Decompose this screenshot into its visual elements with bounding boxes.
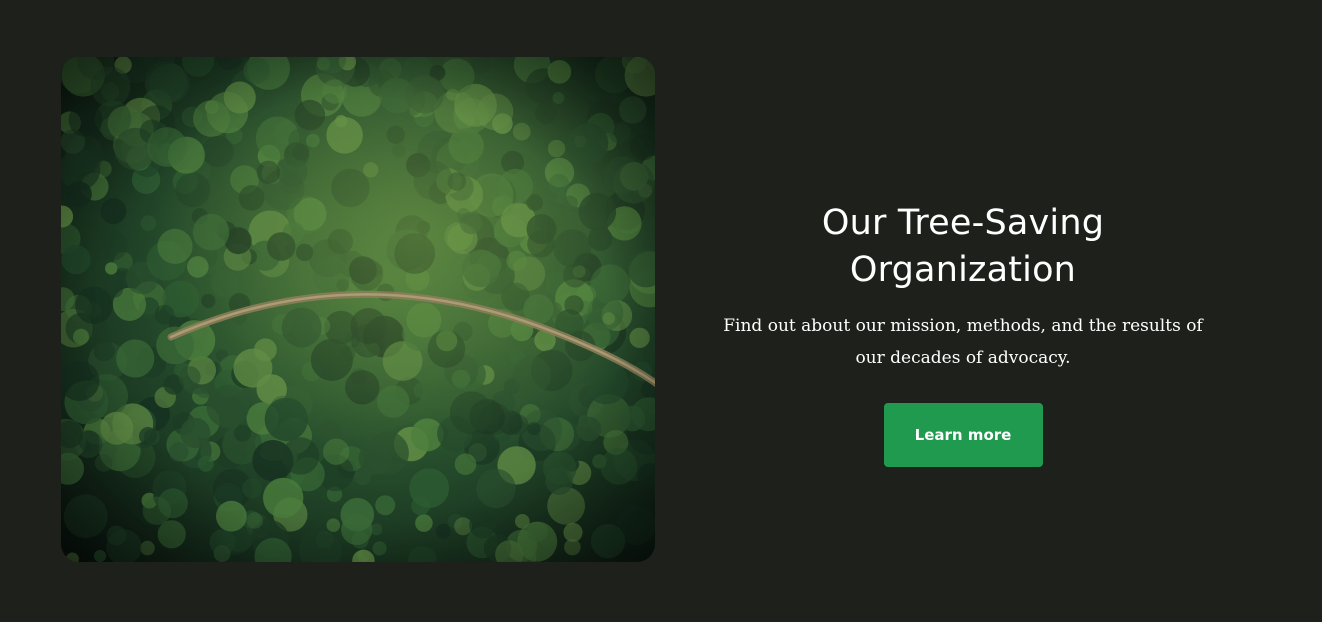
- learn-more-button[interactable]: Learn more: [883, 403, 1043, 467]
- hero-content: Our Tree-Saving Organization Find out ab…: [723, 200, 1203, 467]
- hero-title: Our Tree-Saving Organization: [821, 203, 1105, 290]
- hero-forest-image: [61, 57, 655, 562]
- forest-road-illustration: [61, 57, 655, 562]
- hero-description: Find out about our mission, methods, and…: [723, 316, 1203, 368]
